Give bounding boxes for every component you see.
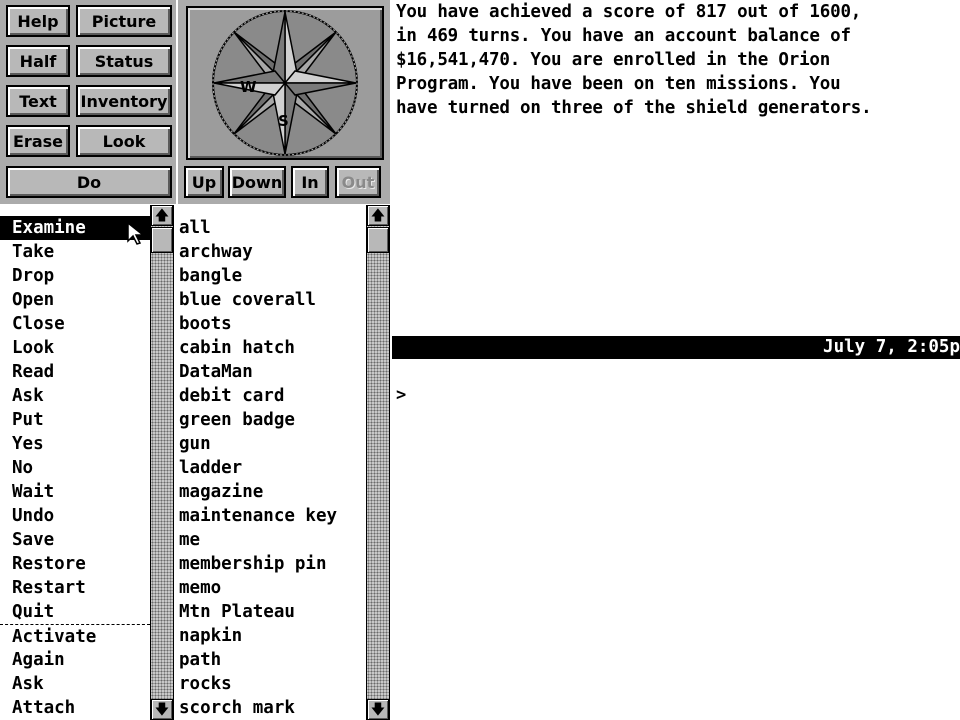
output-text: You have achieved a score of 817 out of … <box>396 0 960 120</box>
out-button[interactable]: Out <box>335 166 381 198</box>
verb-item[interactable]: Save <box>0 528 150 552</box>
noun-item[interactable]: ladder <box>176 456 366 480</box>
compass-rose[interactable]: W S <box>186 6 384 160</box>
verb-item[interactable]: Wait <box>0 480 150 504</box>
noun-item[interactable]: path <box>176 648 366 672</box>
noun-item[interactable]: all <box>176 216 366 240</box>
noun-item[interactable]: cabin hatch <box>176 336 366 360</box>
noun-item[interactable]: bangle <box>176 264 366 288</box>
verb-item[interactable]: Put <box>0 408 150 432</box>
verb-item[interactable]: Quit <box>0 600 150 624</box>
arrow-up-icon[interactable]: 🡅 <box>151 205 173 226</box>
location-label: Mountain Plateau <box>416 360 585 380</box>
verb-item[interactable]: Restart <box>0 576 150 600</box>
noun-item[interactable]: memo <box>176 576 366 600</box>
noun-item[interactable]: napkin <box>176 624 366 648</box>
west-label: W <box>240 78 257 96</box>
status-bar: Mountain Plateau July 7, 2:05p <box>392 336 960 380</box>
verb-scrollbar[interactable]: 🡅 🡇 <box>150 205 174 720</box>
half-button[interactable]: Half <box>6 45 70 77</box>
verb-item[interactable]: Undo <box>0 504 150 528</box>
noun-item[interactable]: membership pin <box>176 552 366 576</box>
output-line: $16,541,470. You are enrolled in the Ori… <box>396 50 831 70</box>
verb-item[interactable]: Ask <box>0 384 150 408</box>
verb-item[interactable]: Drop <box>0 264 150 288</box>
mouse-pointer-icon <box>127 222 145 245</box>
verb-item[interactable]: Ask <box>0 672 150 696</box>
noun-item[interactable]: gun <box>176 432 366 456</box>
compass-panel: W S Up Down In Out <box>178 0 390 204</box>
game-time: July 7, 2:05p <box>823 337 960 357</box>
noun-item[interactable]: rocks <box>176 672 366 696</box>
arrow-up-icon[interactable]: 🡅 <box>367 205 389 226</box>
noun-scroll-thumb[interactable] <box>367 227 389 253</box>
south-label: S <box>278 112 289 130</box>
text-button[interactable]: Text <box>6 85 70 117</box>
noun-scrollbar[interactable]: 🡅 🡇 <box>366 205 390 720</box>
verb-list: Examine Take Drop Open Close Look Read Ask Put Ye… <box>0 216 150 720</box>
command-prompt[interactable]: > <box>396 383 406 407</box>
noun-list: all archway bangle blue coverall boots cabin … <box>176 216 366 720</box>
verb-item[interactable]: Restore <box>0 552 150 576</box>
noun-item[interactable]: magazine <box>176 480 366 504</box>
noun-item[interactable]: me <box>176 528 366 552</box>
noun-item[interactable]: blue coverall <box>176 288 366 312</box>
look-button[interactable]: Look <box>76 125 172 157</box>
status-button[interactable]: Status <box>76 45 172 77</box>
arrow-down-icon[interactable]: 🡇 <box>367 699 389 720</box>
verb-item[interactable]: Close <box>0 312 150 336</box>
output-line: You have achieved a score of 817 out of … <box>396 2 862 22</box>
verb-item[interactable]: Open <box>0 288 150 312</box>
output-line: in 469 turns. You have an account balanc… <box>396 26 851 46</box>
noun-item[interactable]: archway <box>176 240 366 264</box>
down-button[interactable]: Down <box>228 166 286 198</box>
verb-item[interactable]: Yes <box>0 432 150 456</box>
verb-item[interactable]: Again <box>0 648 150 672</box>
picture-button[interactable]: Picture <box>76 5 172 37</box>
in-button[interactable]: In <box>291 166 329 198</box>
inventory-button[interactable]: Inventory <box>76 85 172 117</box>
output-window: You have achieved a score of 817 out of … <box>396 0 960 334</box>
compass-rose-icon: W S <box>212 10 358 156</box>
noun-item[interactable]: debit card <box>176 384 366 408</box>
erase-button[interactable]: Erase <box>6 125 70 157</box>
noun-item[interactable]: boots <box>176 312 366 336</box>
output-line: have turned on three of the shield gener… <box>396 98 872 118</box>
verb-scroll-thumb[interactable] <box>151 227 173 253</box>
help-button[interactable]: Help <box>6 5 70 37</box>
arrow-down-icon[interactable]: 🡇 <box>151 699 173 720</box>
command-panel: Help Picture Half Status Text Inventory … <box>0 0 176 204</box>
noun-item[interactable]: green badge <box>176 408 366 432</box>
noun-item[interactable]: DataMan <box>176 360 366 384</box>
verb-item[interactable]: No <box>0 456 150 480</box>
verb-item[interactable]: Activate <box>0 624 150 648</box>
up-button[interactable]: Up <box>184 166 224 198</box>
verb-item[interactable]: Look <box>0 336 150 360</box>
noun-item[interactable]: scorch mark <box>176 696 366 720</box>
output-line: Program. You have been on ten missions. … <box>396 74 841 94</box>
do-button[interactable]: Do <box>6 166 172 198</box>
noun-item[interactable]: Mtn Plateau <box>176 600 366 624</box>
noun-item[interactable]: maintenance key <box>176 504 366 528</box>
verb-item[interactable]: Read <box>0 360 150 384</box>
verb-item[interactable]: Attach <box>0 696 150 720</box>
